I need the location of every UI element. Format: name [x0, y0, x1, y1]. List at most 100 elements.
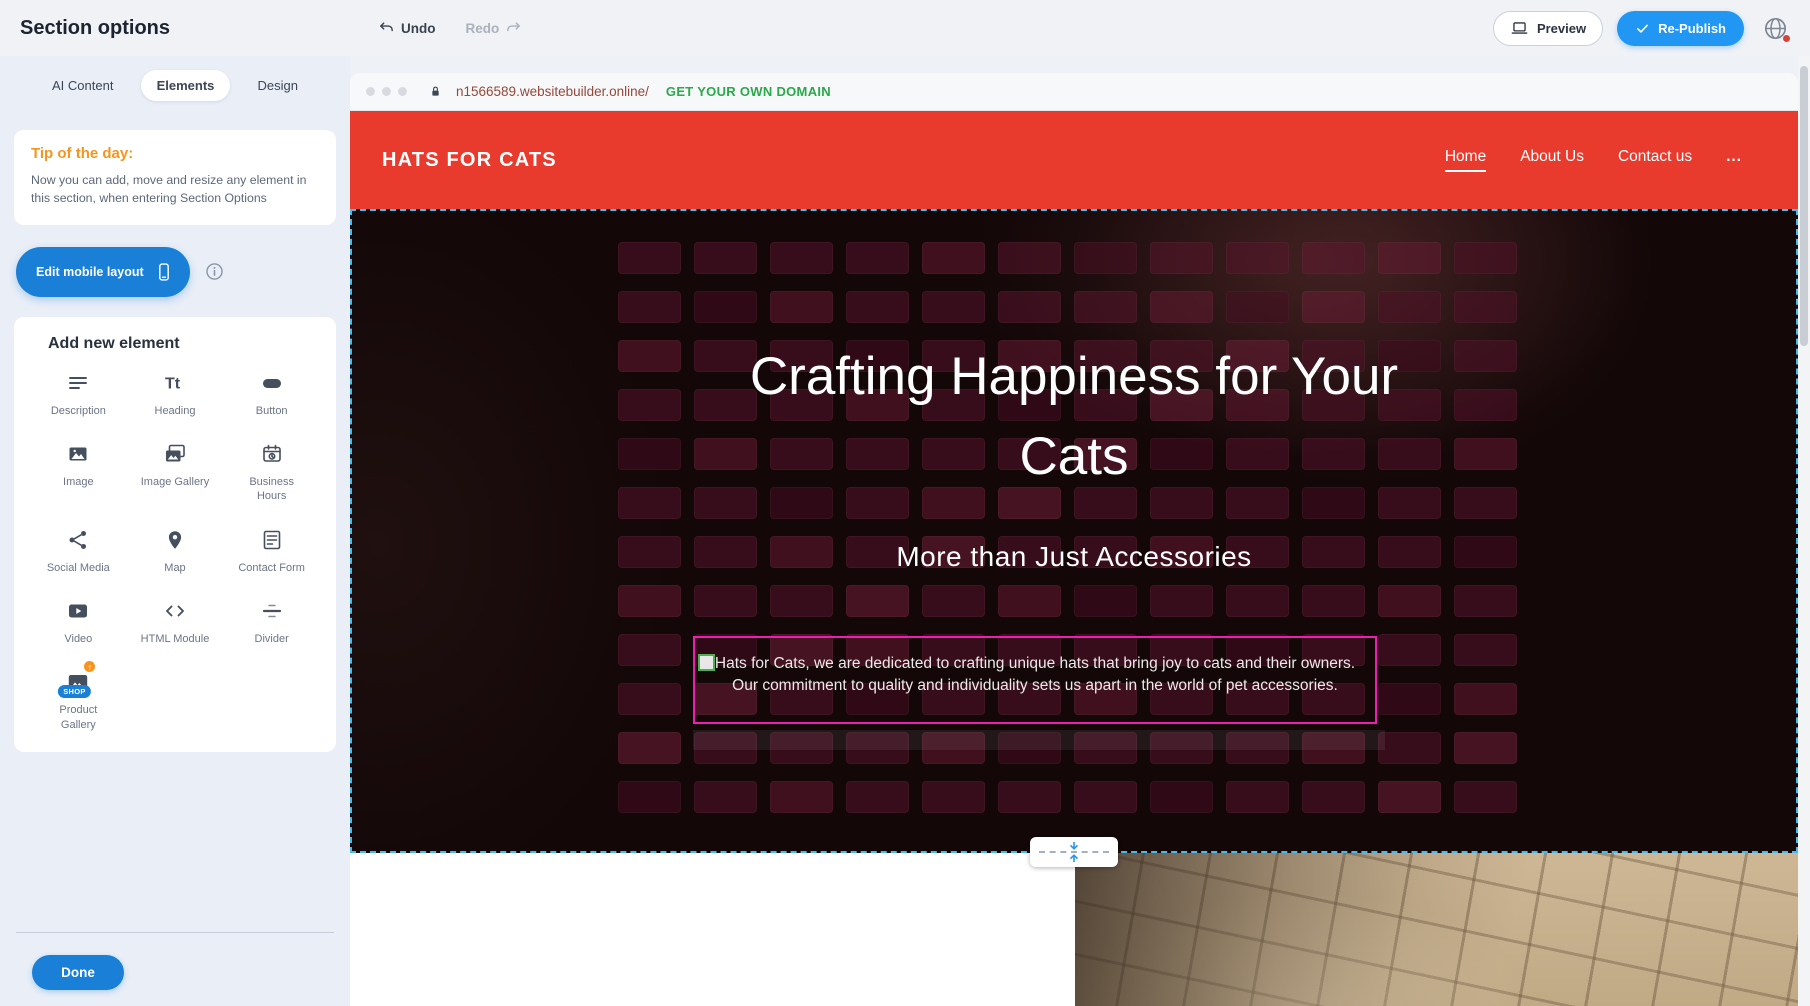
section-resize-handle[interactable] [1030, 837, 1118, 867]
get-domain-link[interactable]: GET YOUR OWN DOMAIN [666, 84, 831, 99]
hover-ghost-bar [693, 730, 1385, 750]
element-contact-form[interactable]: Contact Form [223, 526, 320, 575]
add-element-title: Add new element [30, 335, 320, 353]
svg-text:Tt: Tt [165, 375, 181, 392]
page-title: Section options [20, 17, 170, 40]
element-social-media[interactable]: Social Media [30, 526, 127, 575]
edit-mobile-row: Edit mobile layout [16, 247, 334, 297]
hero-subheading[interactable]: More than Just Accessories [350, 541, 1798, 573]
sidebar-tabs: AI Content Elements Design [14, 68, 336, 102]
site-nav: Home About Us Contact us ... [1445, 148, 1742, 172]
info-button[interactable] [204, 261, 226, 283]
button-icon [260, 369, 284, 397]
element-html-module[interactable]: HTML Module [127, 597, 224, 646]
window-dot [398, 87, 407, 96]
element-grid: Description Tt Heading Button [30, 369, 320, 732]
contact-form-icon [260, 526, 284, 554]
element-description[interactable]: Description [30, 369, 127, 418]
video-icon [66, 597, 90, 625]
site-header[interactable]: HATS FOR CATS Home About Us Contact us .… [350, 111, 1798, 209]
add-element-card: Add new element Description Tt Heading [14, 317, 336, 752]
hero-section[interactable]: Crafting Happiness for Your Cats More th… [350, 209, 1798, 853]
info-icon [204, 261, 225, 282]
history-controls: Undo Redo [378, 20, 522, 37]
element-image-gallery[interactable]: Image Gallery [127, 440, 224, 504]
redo-button[interactable]: Redo [466, 20, 523, 37]
tip-title: Tip of the day: [31, 145, 319, 162]
site-logo[interactable]: HATS FOR CATS [382, 149, 557, 172]
hero-tile-grid [618, 242, 1517, 813]
tab-design[interactable]: Design [242, 70, 314, 101]
site-url[interactable]: n1566589.websitebuilder.online/ [456, 84, 649, 99]
arrow-up-icon [1068, 854, 1080, 862]
app: Section options Undo Redo Preview [0, 0, 1810, 1006]
product-gallery-icon: SHOP ↑ [65, 668, 91, 696]
element-video[interactable]: Video [30, 597, 127, 646]
phone-icon [154, 262, 174, 282]
window-dot [382, 87, 391, 96]
topbar: Section options Undo Redo Preview [0, 0, 1810, 56]
upgrade-badge-icon: ↑ [82, 659, 97, 674]
hero-heading[interactable]: Crafting Happiness for Your Cats [724, 337, 1424, 497]
browser-chrome-bar: n1566589.websitebuilder.online/ GET YOUR… [350, 73, 1798, 111]
element-divider[interactable]: Divider [223, 597, 320, 646]
divider-icon [260, 597, 284, 625]
tab-elements[interactable]: Elements [141, 70, 231, 101]
image-gallery-icon [163, 440, 187, 468]
editor-canvas: n1566589.websitebuilder.online/ GET YOUR… [350, 56, 1798, 1006]
edit-mobile-layout-button[interactable]: Edit mobile layout [16, 247, 190, 297]
section-boundary-dashes [1039, 851, 1109, 853]
image-icon [66, 440, 90, 468]
element-button[interactable]: Button [223, 369, 320, 418]
undo-button[interactable]: Undo [378, 20, 436, 37]
sidebar-divider [16, 932, 334, 933]
notification-dot [1783, 35, 1790, 42]
element-map[interactable]: Map [127, 526, 224, 575]
shop-badge: SHOP [58, 685, 90, 698]
tip-of-the-day-card: Tip of the day: Now you can add, move an… [14, 130, 336, 225]
language-globe-button[interactable] [1758, 11, 1792, 45]
page-scrollbar [1798, 56, 1810, 1006]
map-icon [163, 526, 187, 554]
nav-contact-us[interactable]: Contact us [1618, 148, 1692, 172]
scrollbar-thumb[interactable] [1800, 66, 1808, 346]
nav-about-us[interactable]: About Us [1520, 148, 1584, 172]
done-button[interactable]: Done [32, 955, 124, 990]
window-dot [366, 87, 375, 96]
preview-label: Preview [1537, 21, 1586, 36]
next-section[interactable] [350, 853, 1798, 1006]
next-section-white-area [350, 853, 1075, 1006]
element-heading[interactable]: Tt Heading [127, 369, 224, 418]
republish-button[interactable]: Re-Publish [1617, 11, 1744, 46]
lock-icon [428, 84, 443, 99]
html-module-icon [163, 597, 187, 625]
redo-icon [505, 20, 522, 37]
nav-more-button[interactable]: ... [1726, 148, 1742, 172]
nav-home[interactable]: Home [1445, 148, 1486, 172]
element-business-hours[interactable]: Business Hours [223, 440, 320, 504]
business-hours-icon [260, 440, 284, 468]
heading-icon: Tt [163, 369, 187, 397]
paragraph-selection-box[interactable]: Hats for Cats, we are dedicated to craft… [693, 636, 1377, 724]
description-icon [66, 369, 90, 397]
preview-button[interactable]: Preview [1493, 11, 1603, 46]
resize-handle-left[interactable] [698, 654, 715, 671]
element-image[interactable]: Image [30, 440, 127, 504]
tip-body: Now you can add, move and resize any ele… [31, 171, 319, 208]
redo-label: Redo [466, 21, 500, 36]
element-product-gallery[interactable]: SHOP ↑ Product Gallery [30, 668, 127, 732]
sidebar: AI Content Elements Design Tip of the da… [0, 56, 350, 1006]
check-icon [1635, 21, 1650, 36]
monitor-icon [1510, 19, 1529, 38]
undo-icon [378, 20, 395, 37]
edit-mobile-label: Edit mobile layout [36, 265, 144, 279]
topbar-actions: Preview Re-Publish [1493, 11, 1796, 46]
undo-label: Undo [401, 21, 436, 36]
next-section-photo [1075, 853, 1798, 1006]
site-preview: HATS FOR CATS Home About Us Contact us .… [350, 111, 1798, 1006]
republish-label: Re-Publish [1658, 21, 1726, 36]
tab-ai-content[interactable]: AI Content [36, 70, 129, 101]
social-media-icon [66, 526, 90, 554]
arrow-down-icon [1068, 842, 1080, 850]
hero-paragraph[interactable]: Hats for Cats, we are dedicated to craft… [695, 638, 1375, 697]
